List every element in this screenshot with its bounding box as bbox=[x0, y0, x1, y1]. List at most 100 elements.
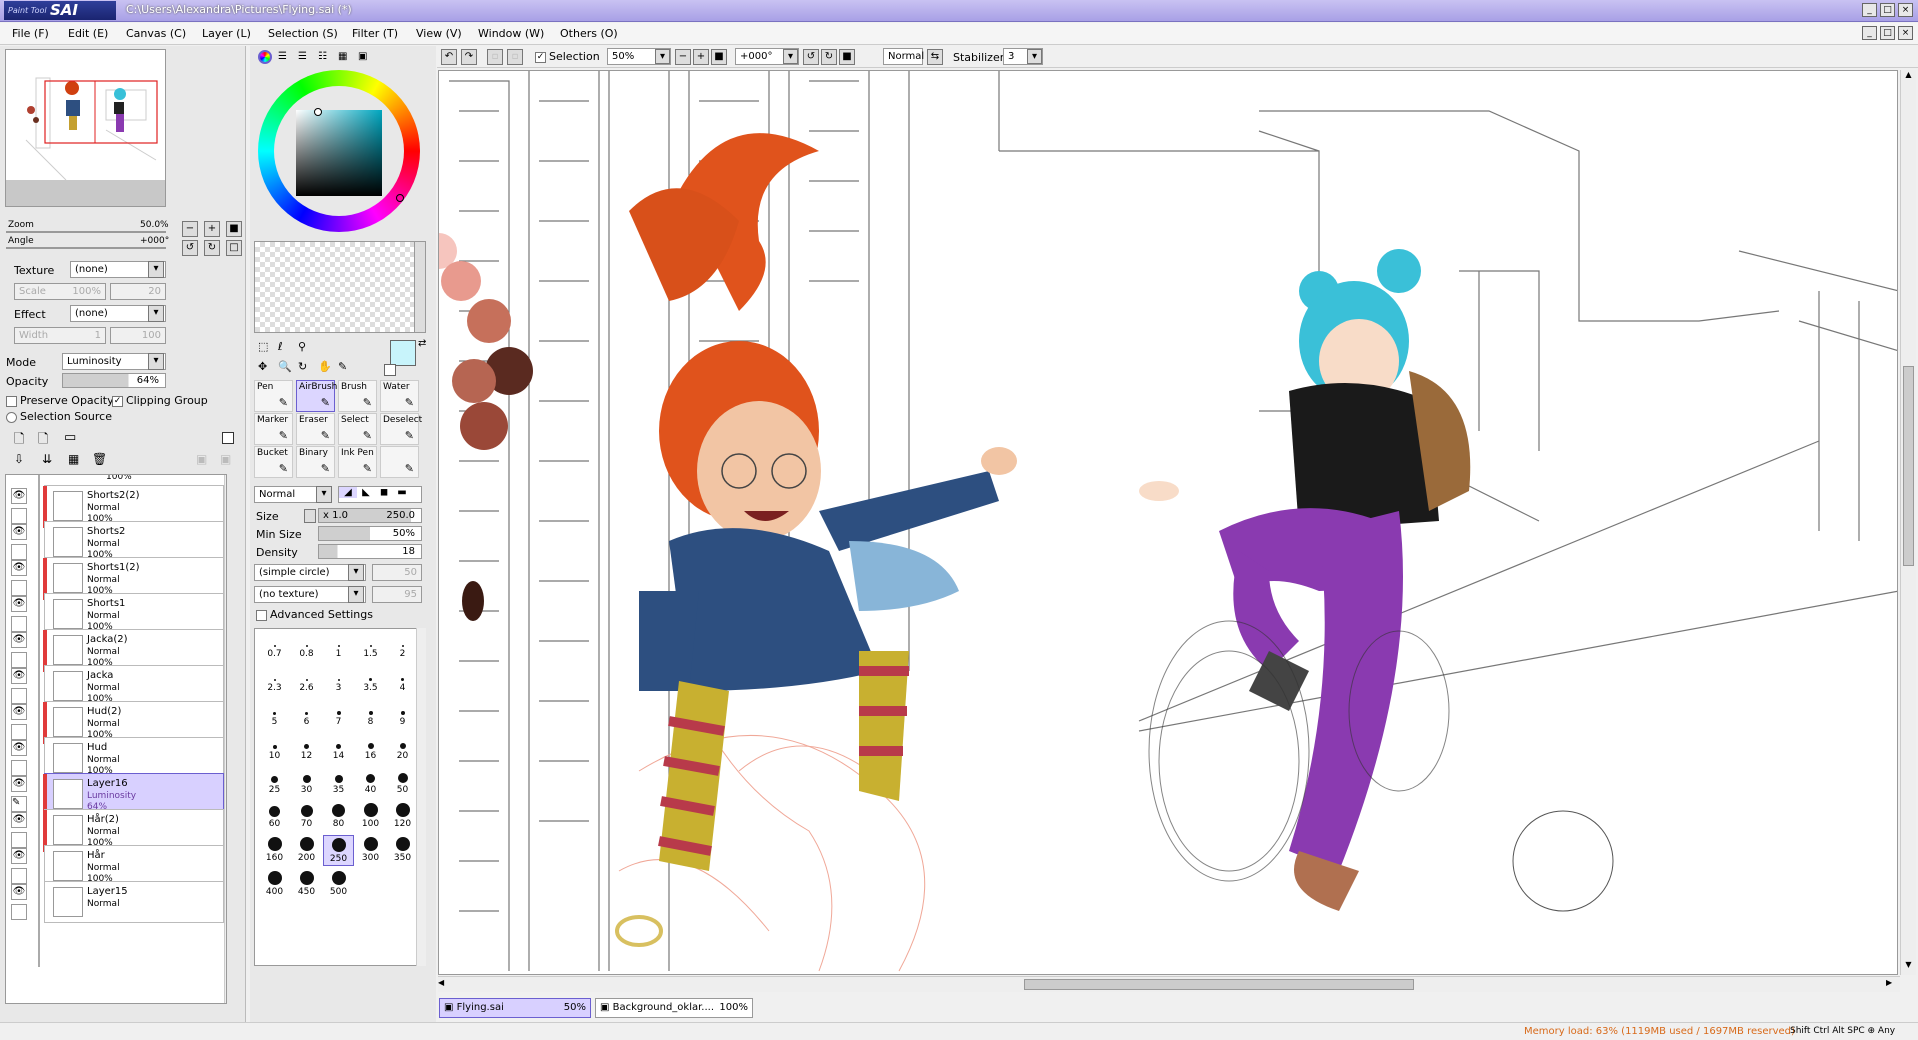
scratch-pad-scrollbar[interactable] bbox=[414, 241, 426, 333]
brush-size-preset[interactable]: 5 bbox=[259, 699, 290, 730]
menu-view[interactable]: View (V) bbox=[416, 27, 462, 40]
tool-button[interactable]: Marker ✎ bbox=[254, 413, 293, 445]
brush-size-preset[interactable]: 80 bbox=[323, 801, 354, 832]
canvas-zoom-out-icon[interactable]: − bbox=[675, 49, 691, 65]
delete-layer-icon[interactable]: 🗑 bbox=[92, 452, 107, 466]
brush-size-preset[interactable]: 16 bbox=[355, 733, 386, 764]
clipping-group-checkbox[interactable]: ✓ Clipping Group bbox=[112, 394, 208, 407]
color-picker-marker[interactable] bbox=[314, 108, 322, 116]
primary-color-swatch[interactable] bbox=[390, 340, 416, 366]
layer-lock-toggle[interactable] bbox=[11, 904, 27, 920]
stabilizer-dropdown-icon[interactable]: ▾ bbox=[1027, 49, 1042, 64]
canvas-zoom-in-icon[interactable]: + bbox=[693, 49, 709, 65]
tool-button[interactable]: Select ✎ bbox=[338, 413, 377, 445]
brush-size-preset[interactable]: 25 bbox=[259, 767, 290, 798]
selection-source-radio[interactable]: Selection Source bbox=[6, 410, 112, 423]
visibility-eye-icon[interactable]: 👁 bbox=[11, 632, 27, 648]
density-slider[interactable]: 18 bbox=[318, 544, 422, 559]
brush-size-preset[interactable]: 100 bbox=[355, 801, 386, 832]
layer-lock-toggle[interactable] bbox=[11, 832, 27, 848]
visibility-eye-icon[interactable]: 👁 bbox=[11, 524, 27, 540]
layer-lock-toggle[interactable] bbox=[11, 544, 27, 560]
brush-texture-dropdown-icon[interactable]: ▾ bbox=[348, 586, 364, 603]
canvas-rotate-right-icon[interactable]: ↻ bbox=[821, 49, 837, 65]
layer-scrollbar[interactable] bbox=[224, 475, 226, 1003]
brush-size-preset[interactable]: 50 bbox=[387, 767, 418, 798]
zoom-tool-icon[interactable]: 🔍 bbox=[278, 360, 292, 373]
view-blend-mode[interactable]: Normal bbox=[883, 48, 924, 65]
layer-lock-toggle[interactable]: ✎ bbox=[11, 796, 27, 812]
transfer-down-icon[interactable]: ⇩ bbox=[14, 452, 24, 466]
canvas-rotate-left-icon[interactable]: ↺ bbox=[803, 49, 819, 65]
tab-flying[interactable]: ▣ Flying.sai 50% bbox=[439, 998, 591, 1018]
brush-size-preset[interactable]: 3 bbox=[323, 665, 354, 696]
brush-size-preset[interactable]: 70 bbox=[291, 801, 322, 832]
brush-size-preset[interactable]: 2.6 bbox=[291, 665, 322, 696]
menu-canvas[interactable]: Canvas (C) bbox=[126, 27, 186, 40]
redo-icon[interactable]: ↷ bbox=[461, 49, 477, 65]
color-wheel[interactable] bbox=[258, 70, 420, 232]
brush-edge-shapes[interactable]: ◢ ◣ ◼ ▬ bbox=[338, 486, 422, 503]
zoom-reset-button[interactable]: ■ bbox=[226, 221, 242, 237]
mode-dropdown-icon[interactable]: ▾ bbox=[148, 353, 164, 370]
canvas-rotate-reset-icon[interactable]: ■ bbox=[839, 49, 855, 65]
tool-button[interactable]: ✎ bbox=[380, 446, 419, 478]
brush-size-preset[interactable]: 14 bbox=[323, 733, 354, 764]
swap-colors-icon[interactable]: ⇄ bbox=[418, 338, 426, 349]
visibility-eye-icon[interactable]: 👁 bbox=[11, 704, 27, 720]
menu-window[interactable]: Window (W) bbox=[478, 27, 544, 40]
canvas-vertical-scrollbar[interactable]: ▲ ▼ bbox=[1900, 70, 1916, 975]
brush-size-preset[interactable]: 3.5 bbox=[355, 665, 386, 696]
brush-shape-dropdown-icon[interactable]: ▾ bbox=[348, 564, 364, 581]
brush-size-preset[interactable]: 12 bbox=[291, 733, 322, 764]
brush-size-preset[interactable]: 500 bbox=[323, 869, 354, 900]
layer-lock-toggle[interactable] bbox=[11, 688, 27, 704]
move-icon[interactable]: ✥ bbox=[258, 360, 267, 373]
scroll-right-icon[interactable]: ▶ bbox=[1886, 978, 1898, 991]
visibility-eye-icon[interactable]: 👁 bbox=[11, 488, 27, 504]
layer-lock-toggle[interactable] bbox=[11, 508, 27, 524]
brush-size-preset[interactable]: 30 bbox=[291, 767, 322, 798]
brush-size-preset[interactable]: 8 bbox=[355, 699, 386, 730]
doc-restore-button[interactable]: □ bbox=[1880, 26, 1895, 40]
rgb-slider-mode-icon[interactable]: ☰ bbox=[278, 51, 287, 62]
texture-dropdown-icon[interactable]: ▾ bbox=[148, 261, 164, 278]
tool-button[interactable]: Pen ✎ bbox=[254, 380, 293, 412]
minsize-slider[interactable]: 50% bbox=[318, 526, 422, 541]
brush-size-preset[interactable]: 0.7 bbox=[259, 631, 290, 662]
swatch-mode-icon[interactable]: ☷ bbox=[318, 51, 327, 62]
brush-grid-scrollbar[interactable] bbox=[416, 628, 426, 966]
brush-size-preset[interactable]: 10 bbox=[259, 733, 290, 764]
scratch-pad[interactable] bbox=[254, 241, 420, 333]
brush-size-preset[interactable]: 40 bbox=[355, 767, 386, 798]
visibility-eye-icon[interactable]: 👁 bbox=[11, 812, 27, 828]
tab-background[interactable]: ▣ Background_oklar.... 100% bbox=[595, 998, 753, 1018]
brush-size-preset[interactable]: 350 bbox=[387, 835, 418, 866]
brush-mode-dropdown-icon[interactable]: ▾ bbox=[316, 486, 332, 503]
selection-checkbox[interactable]: ✓ Selection bbox=[535, 50, 600, 63]
effect-dropdown-icon[interactable]: ▾ bbox=[148, 305, 164, 322]
rect-select-icon[interactable]: ⬚ bbox=[258, 340, 268, 353]
brush-size-preset[interactable]: 160 bbox=[259, 835, 290, 866]
layer-lock-toggle[interactable] bbox=[11, 868, 27, 884]
layer-lock-toggle[interactable] bbox=[11, 652, 27, 668]
hsv-slider-mode-icon[interactable]: ☰ bbox=[298, 51, 307, 62]
menu-filter[interactable]: Filter (T) bbox=[352, 27, 398, 40]
brush-size-preset[interactable]: 1 bbox=[323, 631, 354, 662]
brush-size-preset[interactable]: 0.8 bbox=[291, 631, 322, 662]
layer-options-icon[interactable] bbox=[222, 432, 234, 444]
drawing-canvas[interactable] bbox=[438, 70, 1898, 975]
layer-lock-toggle[interactable] bbox=[11, 760, 27, 776]
brush-size-preset[interactable]: 35 bbox=[323, 767, 354, 798]
visibility-eye-icon[interactable]: 👁 bbox=[11, 884, 27, 900]
menu-edit[interactable]: Edit (E) bbox=[68, 27, 108, 40]
canvas-horizontal-scrollbar[interactable]: ◀ ▶ bbox=[438, 976, 1900, 992]
layer-lock-toggle[interactable] bbox=[11, 616, 27, 632]
zoom-out-button[interactable]: − bbox=[182, 221, 198, 237]
doc-close-button[interactable]: × bbox=[1898, 26, 1913, 40]
secondary-color-swatch[interactable] bbox=[384, 364, 396, 376]
saturation-value-square[interactable] bbox=[296, 110, 382, 196]
flip-view-icon[interactable]: ⇆ bbox=[927, 49, 943, 65]
hue-marker[interactable] bbox=[396, 194, 404, 202]
menu-layer[interactable]: Layer (L) bbox=[202, 27, 251, 40]
